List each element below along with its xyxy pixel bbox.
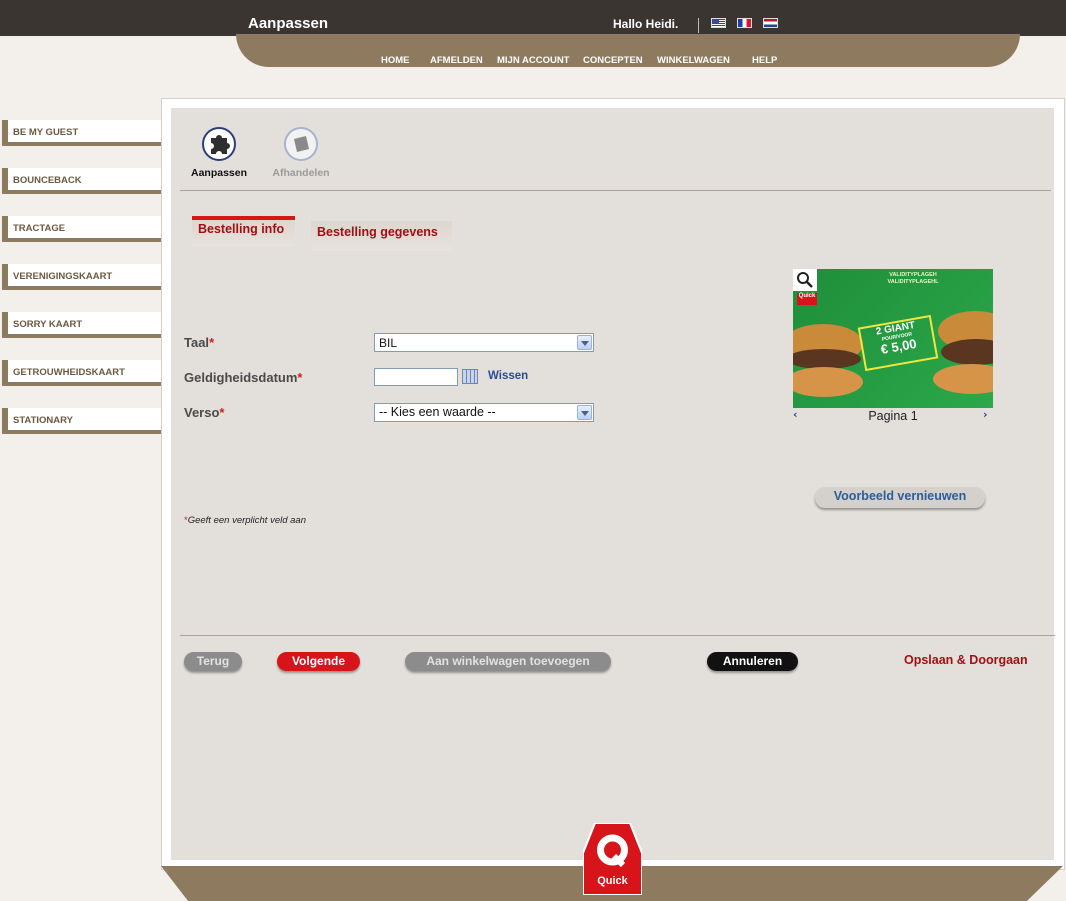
step-afhandelen[interactable]: Afhandelen <box>265 127 337 179</box>
taal-value: BIL <box>379 336 398 350</box>
zoom-icon[interactable] <box>793 269 817 291</box>
steps-divider <box>180 190 1051 191</box>
nav-home[interactable]: HOME <box>381 55 410 66</box>
geldigheidsdatum-field[interactable] <box>374 368 458 386</box>
back-button[interactable]: Terug <box>184 652 242 671</box>
sidebar-item-label: GETROUWHEIDSKAART <box>13 367 125 378</box>
sidebar-item-label: BOUNCEBACK <box>13 175 82 186</box>
nav-mijn-account[interactable]: MIJN ACCOUNT <box>497 55 569 66</box>
verso-value: -- Kies een waarde -- <box>379 405 496 419</box>
refresh-preview-button[interactable]: Voorbeeld vernieuwen <box>815 487 985 508</box>
promo-badge: 2 GIANT POUR/VOOR € 5,00 <box>857 314 939 372</box>
required-note: *Geeft een verplicht veld aan <box>184 515 306 526</box>
main-panel <box>161 98 1065 870</box>
page-title: Aanpassen <box>248 15 329 32</box>
sidebar-item-stationary[interactable]: STATIONARY <box>2 408 162 434</box>
preview-image: Quick VALIDITYPLAGEH VALIDITYPLAGEHL 2 G… <box>793 269 993 408</box>
next-button[interactable]: Volgende <box>277 652 360 671</box>
sidebar-item-label: VERENIGINGSKAART <box>13 271 113 282</box>
chevron-left-icon[interactable]: ‹ <box>793 408 803 421</box>
nav-help[interactable]: HELP <box>752 55 777 66</box>
add-to-cart-button[interactable]: Aan winkelwagen toevoegen <box>405 652 611 671</box>
wissen-link[interactable]: Wissen <box>488 370 528 382</box>
nav-afmelden[interactable]: AFMELDEN <box>430 55 483 66</box>
tab-bestelling-gegevens[interactable]: Bestelling gegevens <box>311 221 452 251</box>
sidebar-item-be-my-guest[interactable]: BE MY GUEST <box>2 120 162 146</box>
burger-image <box>793 367 863 397</box>
quick-logo: Quick <box>582 822 643 896</box>
top-bar <box>0 0 1066 36</box>
burger-image <box>793 349 861 369</box>
sidebar-item-label: BE MY GUEST <box>13 127 79 138</box>
preview-header: VALIDITYPLAGEH VALIDITYPLAGEHL <box>887 272 939 285</box>
user-greeting: Hallo Heidi. <box>613 17 679 31</box>
sidebar-item-tractage[interactable]: TRACTAGE <box>2 216 162 242</box>
geldigheidsdatum-label: Geldigheidsdatum* <box>184 370 303 385</box>
header-divider <box>698 18 699 33</box>
actions-divider <box>180 635 1055 636</box>
tab-bestelling-info[interactable]: Bestelling info <box>192 216 295 246</box>
verso-label: Verso* <box>184 405 225 420</box>
puzzle-icon <box>202 127 236 161</box>
flag-us-icon[interactable] <box>711 18 726 28</box>
chevron-right-icon[interactable]: › <box>983 408 993 421</box>
main-panel-content <box>171 108 1054 860</box>
step-aanpassen[interactable]: Aanpassen <box>185 127 253 179</box>
flag-icon <box>284 127 318 161</box>
page-indicator: Pagina 1 <box>868 409 918 423</box>
flag-fr-icon[interactable] <box>737 18 752 28</box>
sidebar-item-label: SORRY KAART <box>13 319 83 330</box>
sidebar-item-getrouwheidskaart[interactable]: GETROUWHEIDSKAART <box>2 360 162 386</box>
taal-label: Taal* <box>184 335 215 350</box>
logo-text: Quick <box>597 875 628 887</box>
sidebar-item-verenigingskaart[interactable]: VERENIGINGSKAART <box>2 264 162 290</box>
chevron-down-icon <box>577 405 592 420</box>
burger-image <box>941 339 993 365</box>
sidebar-item-sorry-kaart[interactable]: SORRY KAART <box>2 312 162 338</box>
nav-concepten[interactable]: CONCEPTEN <box>583 55 643 66</box>
verso-select[interactable]: -- Kies een waarde -- <box>374 403 594 422</box>
chevron-down-icon <box>577 335 592 350</box>
preview-brand: Quick <box>797 293 817 305</box>
flag-nl-icon[interactable] <box>763 18 778 28</box>
burger-image <box>933 364 993 394</box>
sidebar-item-bounceback[interactable]: BOUNCEBACK <box>2 168 162 194</box>
taal-select[interactable]: BIL <box>374 333 594 352</box>
step-label: Aanpassen <box>190 167 248 179</box>
sidebar-item-label: TRACTAGE <box>13 223 66 234</box>
nav-winkelwagen[interactable]: WINKELWAGEN <box>657 55 730 66</box>
cancel-button[interactable]: Annuleren <box>707 652 798 671</box>
save-continue-link[interactable]: Opslaan & Doorgaan <box>904 653 1028 667</box>
calendar-icon[interactable] <box>462 369 478 384</box>
sidebar-item-label: STATIONARY <box>13 415 73 426</box>
top-navigation: HOME AFMELDEN MIJN ACCOUNT CONCEPTEN WIN… <box>0 55 1066 69</box>
step-label: Afhandelen <box>272 167 330 179</box>
